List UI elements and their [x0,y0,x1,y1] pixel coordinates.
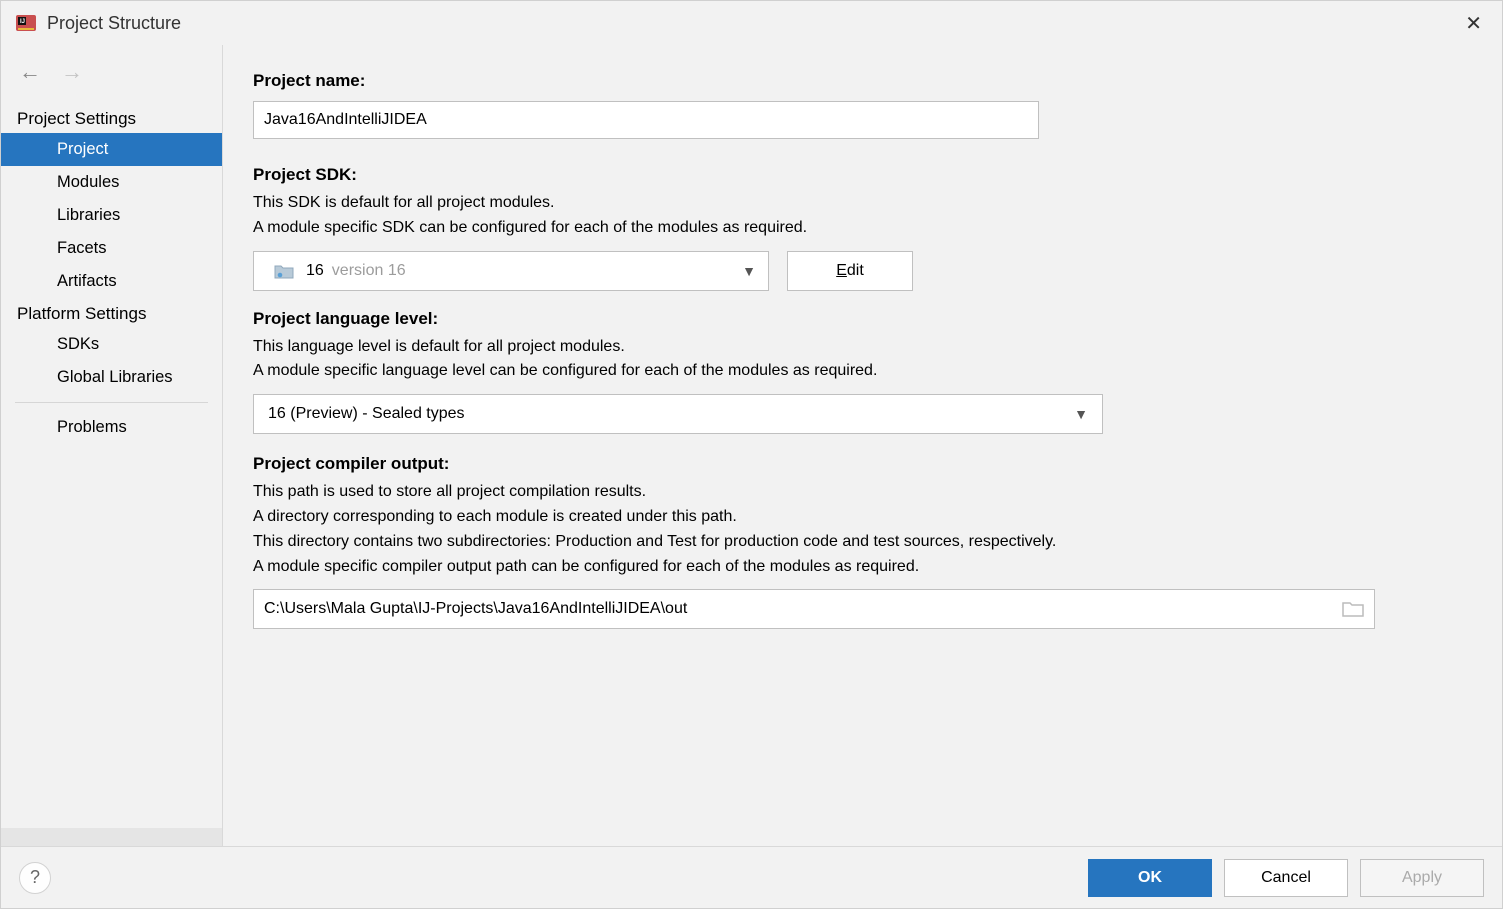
sidebar-heading-project-settings: Project Settings [1,103,222,133]
sidebar-item-libraries[interactable]: Libraries [1,199,222,232]
project-sdk-select[interactable]: 16 version 16 ▼ [253,251,769,291]
nav-forward-icon[interactable]: → [61,59,83,85]
ok-button-label: OK [1138,869,1162,886]
sidebar-item-modules[interactable]: Modules [1,166,222,199]
chevron-down-icon: ▼ [1074,406,1088,422]
compiler-output-desc-3: This directory contains two subdirectori… [253,530,1474,555]
close-icon[interactable]: ✕ [1457,7,1490,40]
ok-button[interactable]: OK [1088,859,1212,897]
language-level-desc-1: This language level is default for all p… [253,335,1474,360]
sidebar-item-label: Facets [57,239,107,257]
cancel-button[interactable]: Cancel [1224,859,1348,897]
app-icon: IJ [15,12,37,34]
sidebar-item-sdks[interactable]: SDKs [1,328,222,361]
sdk-selected-version: version 16 [332,262,406,280]
cancel-button-label: Cancel [1261,869,1311,886]
sidebar-item-problems[interactable]: Problems [1,411,222,444]
sidebar-divider [15,402,208,403]
language-level-label: Project language level: [253,309,1474,329]
apply-button[interactable]: Apply [1360,859,1484,897]
edit-sdk-button[interactable]: Edit [787,251,913,291]
sdk-folder-icon [274,263,294,279]
sidebar-scroll-thumb[interactable] [1,828,222,846]
language-level-value: 16 (Preview) - Sealed types [268,405,465,423]
sidebar-item-label: Project [57,140,108,158]
sidebar-item-label: Global Libraries [57,368,173,386]
project-sdk-desc-2: A module specific SDK can be configured … [253,216,1474,241]
language-level-desc-2: A module specific language level can be … [253,359,1474,384]
sidebar-item-artifacts[interactable]: Artifacts [1,265,222,298]
content-panel: Project name: Project SDK: This SDK is d… [223,45,1502,846]
browse-folder-icon[interactable] [1342,600,1364,618]
sidebar-item-project[interactable]: Project [1,133,222,166]
sidebar-item-label: SDKs [57,335,99,353]
sidebar: ← → Project Settings Project Modules Lib… [1,45,223,846]
svg-text:IJ: IJ [20,19,25,25]
edit-button-rest: dit [847,262,864,279]
sidebar-item-label: Artifacts [57,272,117,290]
compiler-output-desc-1: This path is used to store all project c… [253,480,1474,505]
dialog-footer: ? OK Cancel Apply [1,846,1502,908]
sdk-selected-value: 16 [306,262,324,280]
sidebar-heading-platform-settings: Platform Settings [1,298,222,328]
help-button[interactable]: ? [19,862,51,894]
project-sdk-desc-1: This SDK is default for all project modu… [253,191,1474,216]
nav-back-icon[interactable]: ← [19,59,41,85]
sidebar-item-global-libraries[interactable]: Global Libraries [1,361,222,394]
project-name-input[interactable] [253,101,1039,139]
sidebar-item-label: Problems [57,418,127,436]
sidebar-item-label: Modules [57,173,119,191]
titlebar: IJ Project Structure ✕ [1,1,1502,45]
sidebar-item-facets[interactable]: Facets [1,232,222,265]
compiler-output-input[interactable] [264,600,1342,618]
sidebar-item-label: Libraries [57,206,120,224]
project-sdk-label: Project SDK: [253,165,1474,185]
compiler-output-desc-4: A module specific compiler output path c… [253,555,1474,580]
apply-button-label: Apply [1402,869,1442,886]
window-title: Project Structure [47,13,181,34]
compiler-output-desc-2: A directory corresponding to each module… [253,505,1474,530]
project-name-label: Project name: [253,71,1474,91]
language-level-select[interactable]: 16 (Preview) - Sealed types ▼ [253,394,1103,434]
compiler-output-label: Project compiler output: [253,454,1474,474]
chevron-down-icon: ▼ [742,263,756,279]
